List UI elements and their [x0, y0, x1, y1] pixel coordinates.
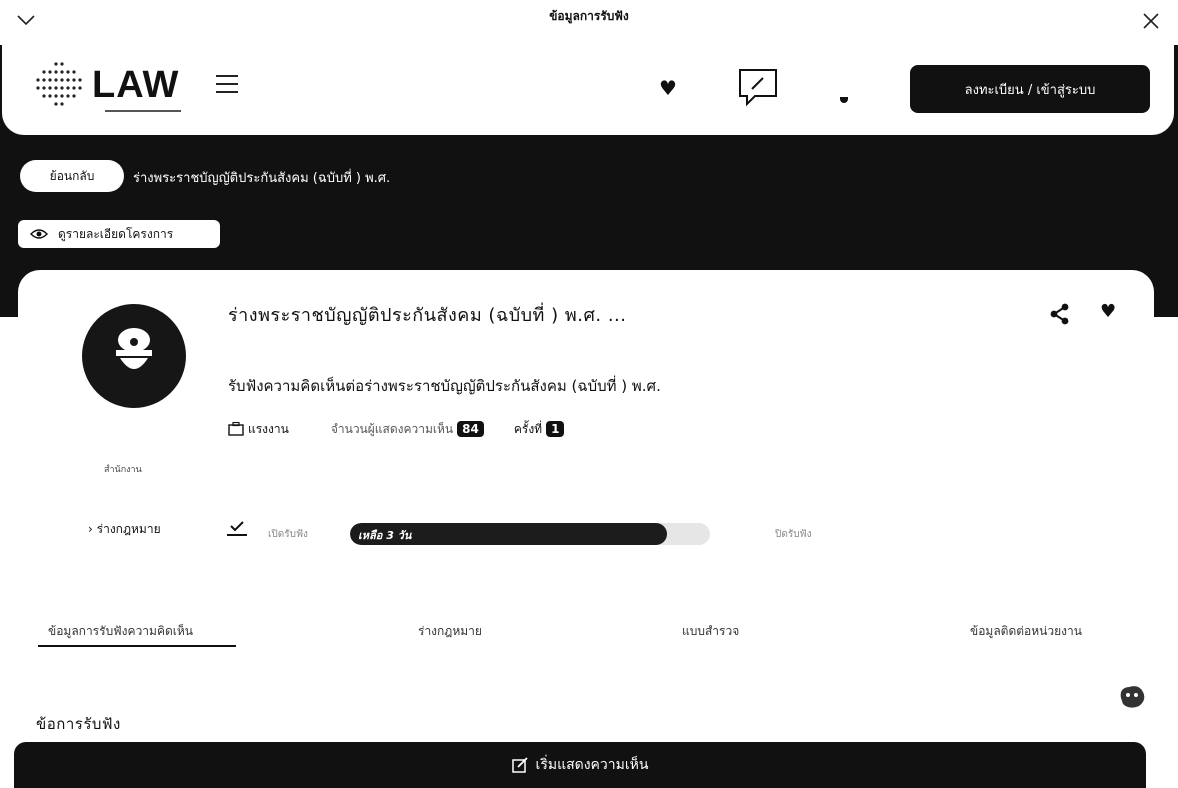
- caret-down-icon[interactable]: [840, 97, 848, 103]
- site-header: LAW ♥ ลงทะเบียน / เข้าสู่ระบบ: [2, 45, 1174, 135]
- round-label: ครั้งที่: [513, 421, 543, 436]
- start-comment-label: เริ่มแสดงความเห็น: [535, 757, 649, 773]
- modal-title: ข้อมูลการรับฟัง: [549, 9, 629, 23]
- login-button[interactable]: ลงทะเบียน / เข้าสู่ระบบ: [910, 65, 1150, 113]
- tab-agency-contact[interactable]: ข้อมูลติดต่อหน่วยงาน: [970, 622, 1082, 641]
- close-icon[interactable]: [1140, 10, 1162, 32]
- time-remaining-progress: เหลือ 3 วัน: [350, 523, 710, 545]
- round-badge: 1: [546, 421, 565, 437]
- site-logo[interactable]: LAW: [32, 58, 192, 112]
- tab-hearing-info[interactable]: ข้อมูลการรับฟังความคิดเห็น: [48, 622, 193, 641]
- breadcrumb-current: ร่างพระราชบัญญัติประกันสังคม (ฉบับที่ ) …: [133, 171, 391, 186]
- check-icon: [227, 521, 247, 536]
- end-label: ปิดรับฟัง: [775, 529, 812, 540]
- menu-icon[interactable]: [216, 75, 238, 93]
- logo-tagline-line: [105, 110, 181, 112]
- draft-law-link-label: ร่างกฎหมาย: [96, 522, 161, 536]
- project-title: ร่างพระราชบัญญัติประกันสังคม (ฉบับที่ ) …: [228, 305, 627, 326]
- back-button[interactable]: ย้อนกลับ: [20, 160, 124, 192]
- remaining-label: เหลือ 3 วัน: [358, 529, 412, 542]
- modal-top-bar: ข้อมูลการรับฟัง: [0, 0, 1178, 45]
- logo-text: LAW: [92, 64, 180, 106]
- active-tab-indicator: [38, 645, 236, 647]
- round-item: ครั้งที่ 1: [514, 420, 565, 439]
- tab-bar: ข้อมูลการรับฟังความคิดเห็น ร่างกฎหมาย แบ…: [0, 612, 1178, 652]
- responses-item: จำนวนผู้แสดงความเห็น 84: [331, 420, 484, 439]
- start-comment-button[interactable]: เริ่มแสดงความเห็น: [14, 742, 1146, 788]
- share-icon[interactable]: [1050, 303, 1070, 325]
- status-label: เปิดรับฟัง: [268, 529, 308, 540]
- section-title: ข้อการรับฟัง: [36, 715, 121, 733]
- project-meta: แรงงาน จำนวนผู้แสดงความเห็น 84 ครั้งที่ …: [228, 418, 565, 440]
- heart-icon[interactable]: ♥: [659, 78, 677, 98]
- responses-label: จำนวนผู้แสดงความเห็น: [330, 421, 454, 436]
- tab-survey[interactable]: แบบสำรวจ: [682, 622, 739, 641]
- view-project-details-label: ดูรายละเอียดโครงการ: [58, 226, 174, 241]
- responses-count-badge: 84: [457, 421, 484, 437]
- organization-emblem-icon: [116, 328, 152, 369]
- project-description: รับฟังความคิดเห็นต่อร่างพระราชบัญญัติประ…: [228, 377, 661, 395]
- organization-label: สำนักงาน: [104, 465, 142, 475]
- chat-pencil-icon[interactable]: [737, 67, 779, 107]
- favorite-heart-icon[interactable]: ♥: [1100, 303, 1116, 321]
- avatar: [82, 304, 186, 408]
- category-item: แรงงาน: [228, 420, 289, 439]
- draft-law-link[interactable]: › ร่างกฎหมาย: [88, 520, 161, 539]
- mascot-icon[interactable]: [1117, 684, 1147, 710]
- eye-icon: [30, 229, 48, 239]
- edit-icon: [511, 757, 528, 773]
- view-project-details-button[interactable]: ดูรายละเอียดโครงการ: [18, 220, 220, 248]
- category-label: แรงงาน: [248, 421, 289, 436]
- briefcase-icon: [228, 422, 244, 436]
- chevron-right-icon: ›: [88, 522, 93, 536]
- tab-draft-law[interactable]: ร่างกฎหมาย: [418, 622, 482, 641]
- logo-grid-icon: [36, 62, 82, 106]
